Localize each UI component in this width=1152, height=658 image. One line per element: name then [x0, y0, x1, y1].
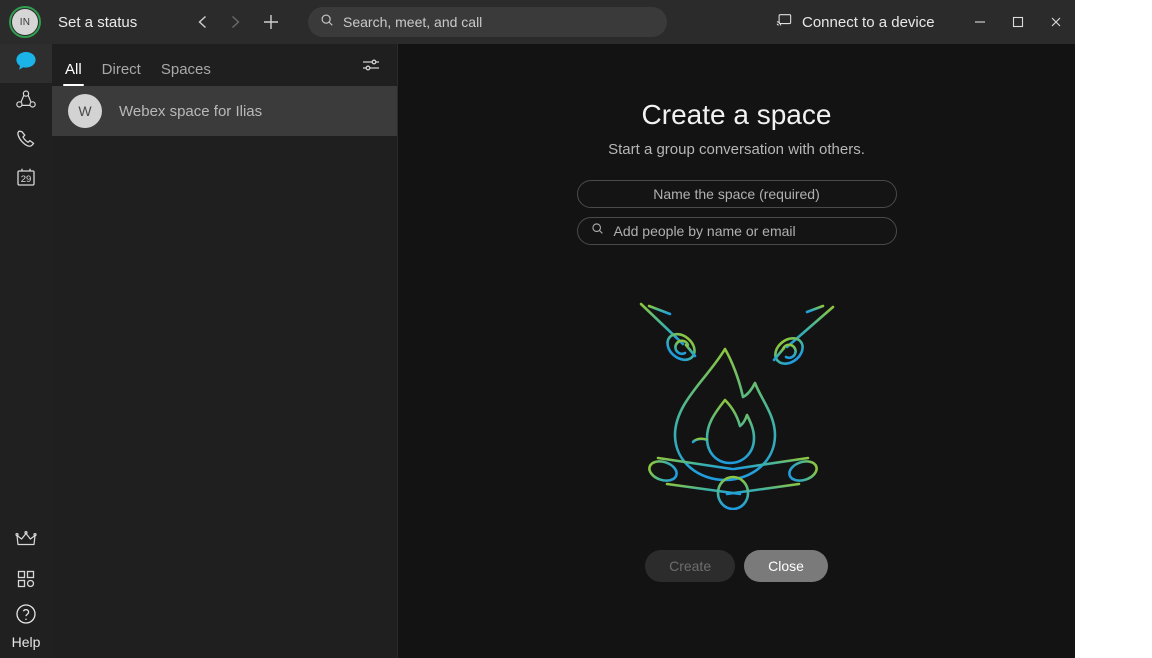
apps-grid-icon	[14, 567, 38, 596]
set-status-button[interactable]: Set a status	[58, 14, 137, 31]
chevron-right-icon[interactable]	[220, 7, 250, 37]
filter-sliders-icon[interactable]	[361, 57, 381, 78]
help-label: Help	[11, 634, 41, 650]
create-button[interactable]: Create	[645, 550, 736, 582]
avatar: W	[68, 94, 102, 128]
webex-app-window: IN Set a status Search, meet, and call C…	[0, 0, 1075, 658]
window-controls	[961, 0, 1075, 44]
app-body: 29 Help All Direct Spaces W Webex space …	[0, 44, 1075, 658]
tab-spaces[interactable]: Spaces	[161, 61, 211, 86]
space-list: W Webex space for Ilias	[52, 86, 397, 658]
crown-icon	[14, 528, 38, 557]
list-item[interactable]: W Webex space for Ilias	[52, 86, 397, 136]
sidebar-item-meetings[interactable]: 29	[0, 161, 52, 200]
search-icon	[320, 13, 334, 32]
create-space-panel: Create a space Start a group conversatio…	[398, 44, 1075, 658]
svg-text:29: 29	[21, 174, 32, 185]
maximize-icon[interactable]	[999, 0, 1037, 44]
sidebar-item-apps[interactable]	[0, 562, 52, 601]
avatar-initials: IN	[12, 9, 38, 35]
search-placeholder: Search, meet, and call	[343, 14, 483, 30]
phone-icon	[14, 127, 38, 156]
search-input[interactable]: Search, meet, and call	[308, 7, 667, 37]
plus-icon[interactable]	[256, 7, 286, 37]
page-title: Create a space	[641, 99, 832, 130]
connect-to-device-button[interactable]: Connect to a device	[776, 0, 935, 44]
sidebar-item-teams[interactable]	[0, 83, 52, 122]
close-icon[interactable]	[1037, 0, 1075, 44]
add-people-placeholder: Add people by name or email	[613, 223, 796, 239]
chevron-left-icon[interactable]	[188, 7, 218, 37]
close-button[interactable]: Close	[744, 550, 828, 582]
teams-icon	[14, 88, 38, 117]
connect-to-device-label: Connect to a device	[802, 13, 935, 31]
campfire-marshmallows-illustration	[637, 295, 837, 515]
sidebar-item-upgrade[interactable]	[0, 523, 52, 562]
calendar-icon: 29	[13, 165, 39, 196]
search-icon	[591, 222, 604, 240]
sidebar-item-messaging[interactable]	[0, 44, 52, 83]
chat-bubble-icon	[13, 48, 39, 79]
space-name-input[interactable]: Name the space (required)	[576, 180, 897, 208]
dialog-buttons: Create Close	[645, 550, 828, 582]
help-circle-icon	[13, 601, 39, 632]
tab-direct[interactable]: Direct	[102, 61, 141, 86]
list-item-label: Webex space for Ilias	[119, 102, 263, 120]
space-name-placeholder: Name the space (required)	[653, 186, 820, 202]
space-filter-tabs: All Direct Spaces	[52, 44, 397, 86]
add-people-input[interactable]: Add people by name or email	[576, 217, 897, 245]
cast-device-icon	[776, 13, 792, 31]
left-rail: 29 Help	[0, 44, 52, 658]
sidebar-item-help[interactable]: Help	[11, 601, 41, 658]
sidebar-item-calling[interactable]	[0, 122, 52, 161]
page-subtitle: Start a group conversation with others.	[608, 141, 865, 158]
minimize-icon[interactable]	[961, 0, 999, 44]
avatar[interactable]: IN	[9, 6, 41, 38]
title-bar: IN Set a status Search, meet, and call C…	[0, 0, 1075, 44]
tab-all[interactable]: All	[63, 61, 84, 86]
space-list-panel: All Direct Spaces W Webex space for Ilia…	[52, 44, 398, 658]
